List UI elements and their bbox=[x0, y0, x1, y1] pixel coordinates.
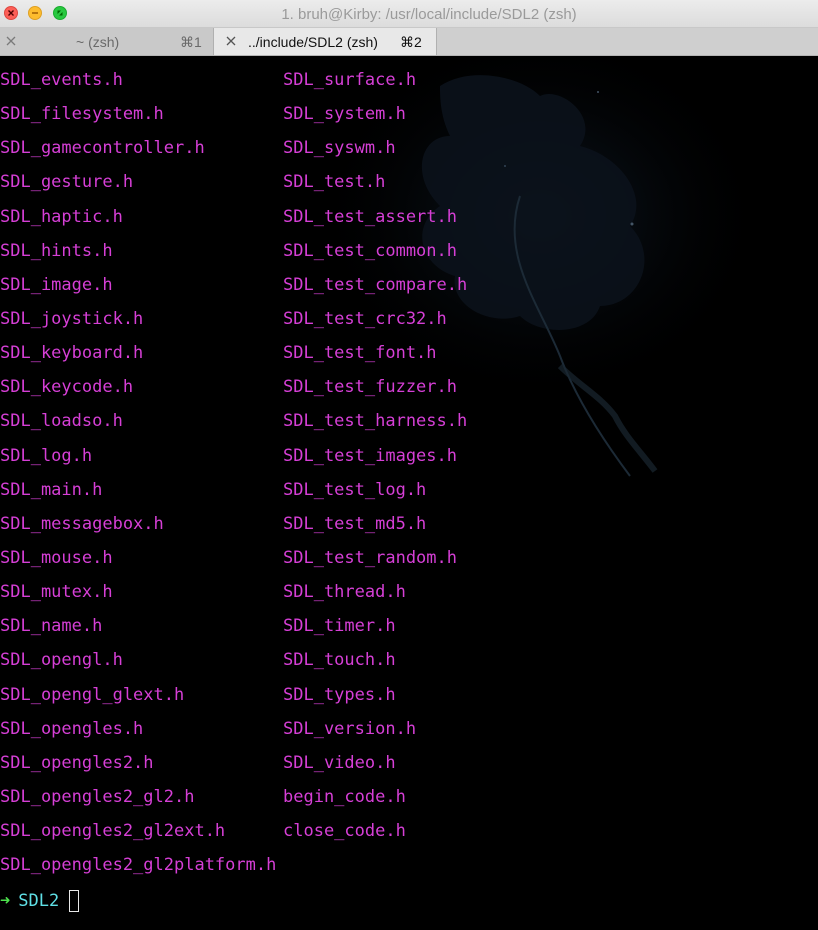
file-entry: SDL_gamecontroller.h bbox=[0, 138, 205, 159]
file-entry: SDL_keyboard.h bbox=[0, 343, 144, 364]
prompt-directory: SDL2 bbox=[18, 891, 60, 911]
file-entry: SDL_loadso.h bbox=[0, 411, 123, 432]
file-entry: SDL_hints.h bbox=[0, 240, 113, 261]
file-entry: SDL_opengles2.h bbox=[0, 752, 154, 773]
file-entry: SDL_test_assert.h bbox=[283, 206, 457, 227]
file-entry: SDL_syswm.h bbox=[283, 138, 396, 159]
file-entry: SDL_version.h bbox=[283, 718, 417, 739]
tab-label: ~ (zsh) bbox=[76, 34, 120, 50]
file-entry: SDL_filesystem.h bbox=[0, 104, 164, 125]
file-entry: SDL_surface.h bbox=[283, 70, 417, 90]
file-entry: SDL_test_font.h bbox=[283, 343, 437, 364]
file-entry: SDL_opengl_glext.h bbox=[0, 684, 185, 705]
tab-shortcut: ⌘2 bbox=[400, 34, 422, 50]
file-entry: SDL_test_crc32.h bbox=[283, 308, 447, 329]
file-entry: SDL_gesture.h bbox=[0, 172, 134, 193]
file-entry: SDL_opengles2_gl2.h bbox=[0, 786, 195, 807]
file-entry: SDL_test_common.h bbox=[283, 240, 457, 261]
file-entry: SDL_haptic.h bbox=[0, 206, 123, 227]
file-entry: SDL_main.h bbox=[0, 479, 103, 500]
file-entry: SDL_system.h bbox=[283, 104, 406, 125]
file-entry: SDL_test_compare.h bbox=[283, 274, 468, 295]
file-entry: SDL_mouse.h bbox=[0, 547, 113, 568]
tab-bar: ~ (zsh) ⌘1 ../include/SDL2 (zsh) ⌘2 bbox=[0, 28, 818, 56]
tab-shortcut: ⌘1 bbox=[180, 34, 202, 50]
tab-close-icon[interactable] bbox=[5, 35, 17, 47]
file-entry: SDL_test_harness.h bbox=[283, 411, 468, 432]
file-entry: SDL_test_random.h bbox=[283, 547, 457, 568]
file-entry: SDL_name.h bbox=[0, 616, 103, 637]
file-entry: SDL_image.h bbox=[0, 274, 113, 295]
prompt-arrow-icon: ➜ bbox=[0, 891, 11, 911]
file-entry: SDL_test.h bbox=[283, 172, 386, 193]
file-entry: SDL_test_log.h bbox=[283, 479, 427, 500]
file-entry: begin_code.h bbox=[283, 786, 406, 807]
file-entry: SDL_opengles2_gl2platform.h bbox=[0, 855, 277, 876]
window-title: 1. bruh@Kirby: /usr/local/include/SDL2 (… bbox=[281, 6, 577, 23]
tab-zsh-home[interactable]: ~ (zsh) ⌘1 bbox=[0, 28, 214, 55]
tab-sdl2[interactable]: ../include/SDL2 (zsh) ⌘2 bbox=[214, 28, 437, 55]
terminal-output[interactable]: SDL_events.h SDL_filesystem.h SDL_gamecont… bbox=[0, 56, 818, 930]
file-entry: SDL_log.h bbox=[0, 445, 93, 466]
tab-close-icon[interactable] bbox=[225, 35, 237, 47]
file-entry: SDL_opengles2_gl2ext.h bbox=[0, 821, 226, 842]
file-entry: SDL_touch.h bbox=[283, 650, 396, 671]
listing-column-2: SDL_surface.h SDL_system.h SDL_syswm.h SDL_… bbox=[283, 68, 467, 853]
file-entry: SDL_events.h bbox=[0, 70, 123, 90]
file-entry: SDL_types.h bbox=[283, 684, 396, 705]
file-entry: SDL_opengles.h bbox=[0, 718, 144, 739]
shell-prompt[interactable]: ➜ SDL2 bbox=[0, 889, 80, 913]
file-entry: SDL_video.h bbox=[283, 752, 396, 773]
tab-label: ../include/SDL2 (zsh) bbox=[248, 34, 378, 50]
file-entry: SDL_joystick.h bbox=[0, 308, 144, 329]
text-cursor bbox=[69, 890, 80, 912]
file-entry: SDL_test_images.h bbox=[283, 445, 457, 466]
file-entry: SDL_test_fuzzer.h bbox=[283, 377, 457, 398]
file-entry: close_code.h bbox=[283, 821, 406, 842]
file-entry: SDL_mutex.h bbox=[0, 582, 113, 603]
file-entry: SDL_test_md5.h bbox=[283, 513, 427, 534]
file-entry: SDL_timer.h bbox=[283, 616, 396, 637]
file-entry: SDL_messagebox.h bbox=[0, 513, 164, 534]
title-bar: 1. bruh@Kirby: /usr/local/include/SDL2 (… bbox=[0, 0, 818, 28]
file-entry: SDL_opengl.h bbox=[0, 650, 123, 671]
listing-column-1: SDL_events.h SDL_filesystem.h SDL_gamecont… bbox=[0, 68, 276, 887]
file-entry: SDL_thread.h bbox=[283, 582, 406, 603]
file-entry: SDL_keycode.h bbox=[0, 377, 134, 398]
